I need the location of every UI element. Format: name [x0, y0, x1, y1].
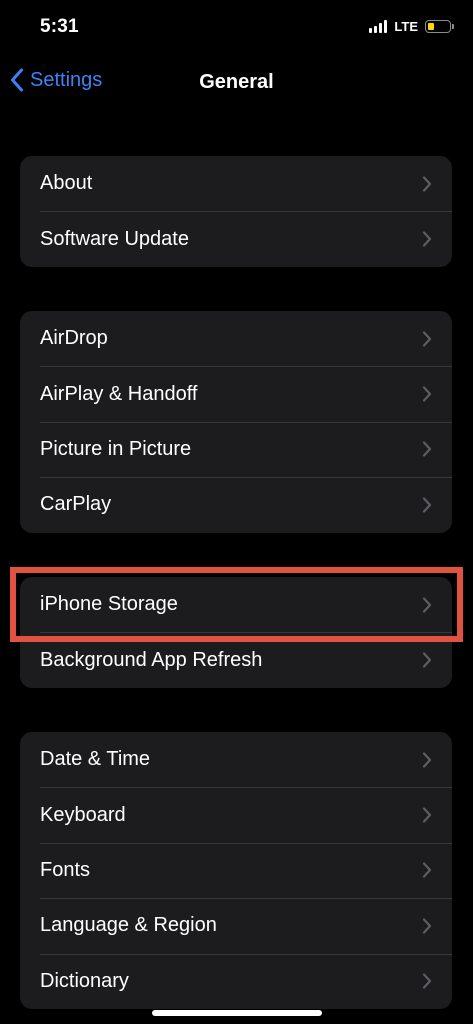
chevron-right-icon — [422, 807, 432, 823]
chevron-right-icon — [422, 176, 432, 192]
row-label: Background App Refresh — [40, 648, 263, 671]
row-airplay-handoff[interactable]: AirPlay & Handoff — [20, 366, 452, 421]
row-fonts[interactable]: Fonts — [20, 842, 452, 898]
chevron-right-icon — [422, 973, 432, 989]
settings-group-3: iPhone Storage Background App Refresh — [20, 577, 452, 688]
status-time: 5:31 — [40, 16, 79, 37]
row-carplay[interactable]: CarPlay — [20, 477, 452, 532]
settings-group-1: About Software Update — [20, 156, 452, 267]
chevron-right-icon — [422, 652, 432, 668]
row-label: About — [40, 172, 93, 195]
chevron-right-icon — [422, 862, 432, 879]
chevron-right-icon — [422, 497, 432, 513]
row-dictionary[interactable]: Dictionary — [20, 953, 452, 1009]
page-title: General — [199, 71, 274, 93]
row-keyboard[interactable]: Keyboard — [20, 787, 452, 842]
status-bar: 5:31 LTE — [0, 0, 473, 56]
row-picture-in-picture[interactable]: Picture in Picture — [20, 421, 452, 477]
chevron-right-icon — [422, 231, 432, 247]
chevron-right-icon — [422, 752, 432, 768]
row-label: Fonts — [40, 858, 91, 881]
row-label: AirDrop — [40, 327, 108, 350]
row-about[interactable]: About — [20, 156, 452, 211]
chevron-right-icon — [422, 918, 432, 934]
row-airdrop[interactable]: AirDrop — [20, 311, 452, 366]
status-indicators: LTE — [369, 19, 454, 34]
row-label: Language & Region — [40, 914, 217, 937]
chevron-right-icon — [422, 441, 432, 458]
chevron-right-icon — [422, 386, 432, 402]
row-label: Keyboard — [40, 803, 126, 826]
settings-group-2: AirDrop AirPlay & Handoff Picture in Pic… — [20, 311, 452, 533]
row-background-app-refresh[interactable]: Background App Refresh — [20, 632, 452, 687]
chevron-right-icon — [422, 331, 432, 347]
row-label: iPhone Storage — [40, 593, 178, 616]
row-label: Picture in Picture — [40, 437, 192, 460]
row-label: Software Update — [40, 227, 189, 250]
home-indicator[interactable] — [152, 1010, 322, 1016]
row-iphone-storage[interactable]: iPhone Storage — [20, 577, 452, 632]
row-label: CarPlay — [40, 493, 112, 516]
screen: 5:31 LTE Settings General About Software… — [0, 0, 473, 1024]
row-label: Date & Time — [40, 748, 151, 771]
chevron-right-icon — [422, 597, 432, 613]
row-language-region[interactable]: Language & Region — [20, 898, 452, 953]
battery-icon — [425, 20, 454, 33]
navigation-bar: Settings General — [0, 56, 473, 112]
row-label: Dictionary — [40, 969, 129, 992]
row-software-update[interactable]: Software Update — [20, 211, 452, 266]
network-type-label: LTE — [394, 19, 418, 34]
row-date-time[interactable]: Date & Time — [20, 732, 452, 787]
settings-group-4: Date & Time Keyboard Fonts Language & Re… — [20, 732, 452, 1009]
row-label: AirPlay & Handoff — [40, 382, 198, 405]
cellular-signal-icon — [369, 20, 388, 33]
